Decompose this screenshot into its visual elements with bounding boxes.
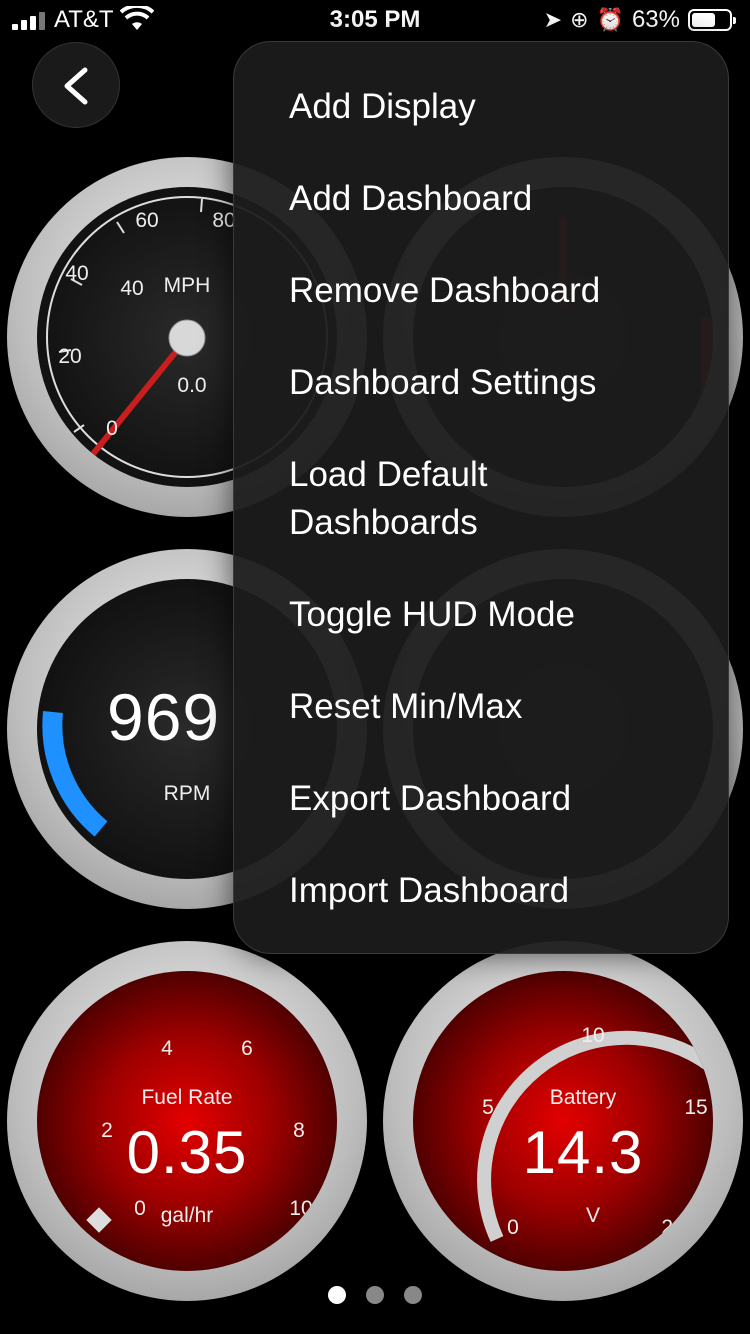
- menu-item-add-dashboard[interactable]: Add Dashboard: [289, 175, 532, 223]
- page-dot[interactable]: [328, 1286, 346, 1304]
- menu-item-export-dashboard[interactable]: Export Dashboard: [289, 775, 571, 823]
- battery-value: 14.3: [522, 1119, 644, 1186]
- location-icon: ➤: [543, 7, 563, 32]
- speed-tick-label: 40: [120, 277, 144, 300]
- battery-tick-label: 15: [684, 1096, 708, 1119]
- fuel-tick-label: 8: [293, 1119, 305, 1142]
- menu-item-remove-dashboard[interactable]: Remove Dashboard: [289, 267, 600, 315]
- menu-item-dashboard-settings[interactable]: Dashboard Settings: [289, 359, 596, 407]
- battery-gauge[interactable]: 0 5 10 15 20 Battery 14.3 V: [383, 941, 743, 1301]
- battery-percent: 63%: [631, 6, 680, 33]
- fuel-rate-value: 0.35: [126, 1119, 248, 1186]
- menu-item-label-line2: Dashboards: [289, 503, 478, 542]
- fuel-rate-unit: gal/hr: [160, 1204, 214, 1227]
- speed-value: 0.0: [177, 374, 207, 397]
- back-button[interactable]: [32, 42, 120, 128]
- alarm-icon: ⏰: [596, 7, 624, 32]
- battery-tick-label: 20: [661, 1216, 685, 1239]
- rpm-unit: RPM: [163, 782, 211, 805]
- menu-item-reset-min-max[interactable]: Reset Min/Max: [289, 683, 522, 731]
- battery-title: Battery: [549, 1086, 617, 1109]
- menu-item-label-line1: Load Default: [289, 455, 488, 494]
- orientation-lock-icon: ⊕: [570, 7, 589, 32]
- speed-tick-label: 20: [58, 345, 82, 368]
- menu-item-toggle-hud-mode[interactable]: Toggle HUD Mode: [289, 591, 575, 639]
- fuel-rate-gauge-face: 0 2 4 6 8 10 Fuel Rate 0.35 gal/hr: [37, 971, 337, 1271]
- menu-item-import-dashboard[interactable]: Import Dashboard: [289, 867, 569, 915]
- battery-tick-label: 5: [482, 1096, 494, 1119]
- battery-icon: [688, 9, 736, 31]
- fuel-tick-label: 6: [241, 1037, 253, 1060]
- page-indicator[interactable]: [0, 1286, 750, 1304]
- battery-unit: V: [585, 1204, 600, 1227]
- battery-tick-label: 10: [581, 1024, 605, 1047]
- chevron-left-icon: [64, 67, 88, 105]
- page-dot[interactable]: [404, 1286, 422, 1304]
- page-dot[interactable]: [366, 1286, 384, 1304]
- battery-gauge-face: 0 5 10 15 20 Battery 14.3 V: [413, 971, 713, 1271]
- status-bar: AT&T 3:05 PM ➤ ⊕ ⏰ 63%: [0, 0, 750, 42]
- speed-unit: MPH: [163, 274, 211, 297]
- speed-tick-label: 40: [65, 262, 89, 285]
- speed-tick-label: 60: [135, 209, 159, 232]
- fuel-rate-gauge[interactable]: 0 2 4 6 8 10 Fuel Rate 0.35 gal/hr: [7, 941, 367, 1301]
- fuel-rate-title: Fuel Rate: [141, 1086, 233, 1109]
- menu-item-load-default-dashboards[interactable]: Load Default Dashboards: [289, 451, 487, 547]
- menu-item-add-display[interactable]: Add Display: [289, 83, 476, 131]
- speed-tick-label: 0: [106, 417, 118, 440]
- battery-tick-label: 0: [507, 1216, 519, 1239]
- fuel-tick-label: 10: [289, 1197, 313, 1220]
- fuel-tick-label: 4: [161, 1037, 173, 1060]
- options-menu: Add Display Add Dashboard Remove Dashboa…: [233, 41, 729, 954]
